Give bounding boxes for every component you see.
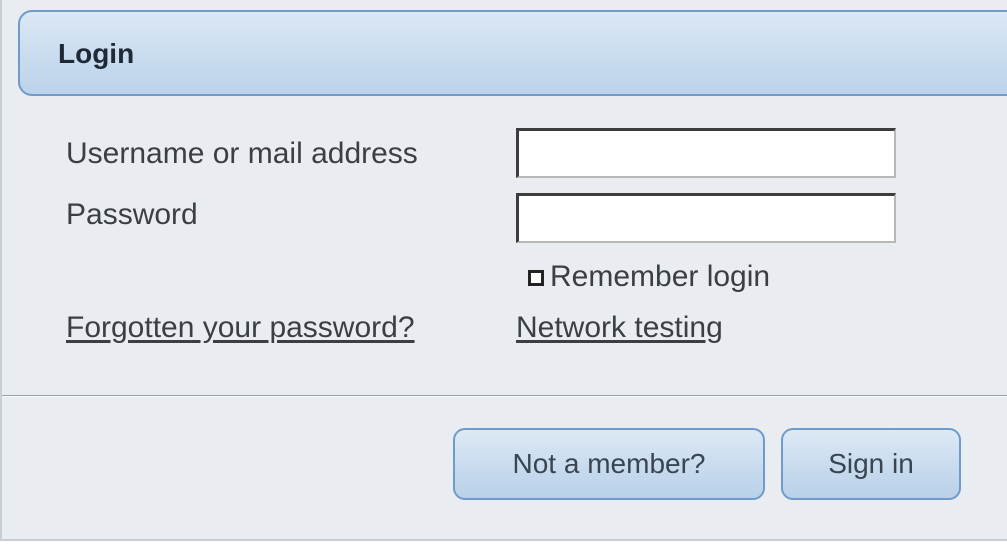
network-testing-link[interactable]: Network testing	[516, 311, 723, 345]
not-a-member-button[interactable]: Not a member?	[453, 428, 765, 500]
login-title: Login	[58, 38, 135, 69]
forgot-password-link[interactable]: Forgotten your password?	[66, 311, 415, 345]
divider	[2, 395, 1007, 397]
checkbox-box[interactable]	[528, 270, 544, 286]
remember-login-label[interactable]: Remember login	[550, 260, 770, 294]
remember-login-checkbox[interactable]: Remember login	[528, 259, 770, 295]
sign-in-button[interactable]: Sign in	[781, 428, 961, 500]
username-input[interactable]	[516, 128, 896, 178]
password-label: Password	[66, 198, 198, 231]
password-input[interactable]	[516, 193, 896, 243]
login-dialog: Login Username or mail address Password …	[0, 0, 1007, 541]
login-header: Login	[18, 10, 1007, 96]
username-label: Username or mail address	[66, 137, 418, 170]
